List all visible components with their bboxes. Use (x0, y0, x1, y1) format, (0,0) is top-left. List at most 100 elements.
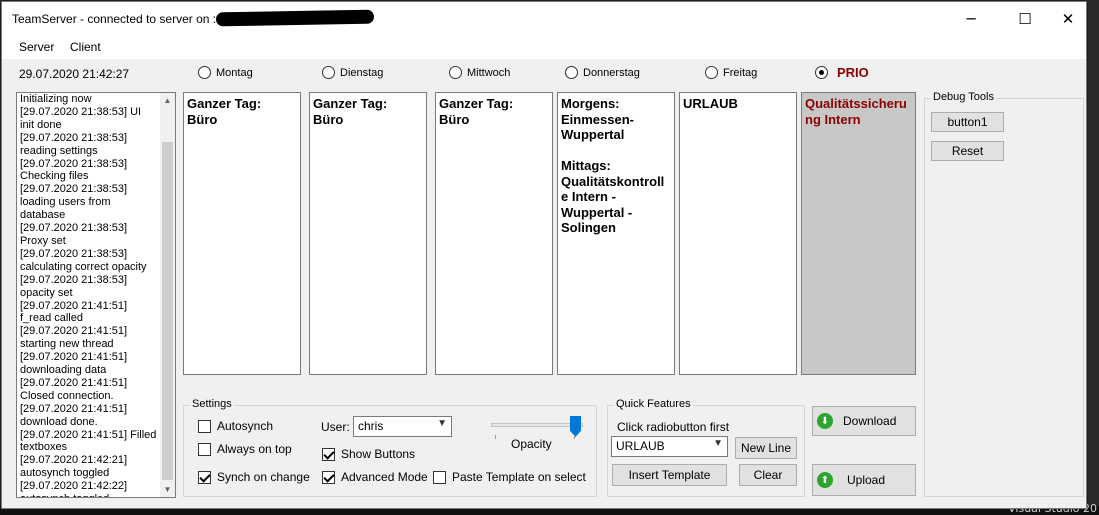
checkbox-label: Always on top (217, 442, 292, 456)
log-entry: [29.07.2020 21:38:53] Checking files (20, 157, 128, 183)
radio-label: Freitag (723, 66, 758, 79)
insert-template-button[interactable]: Insert Template (612, 464, 727, 486)
log-entry: [29.07.2020 21:38:53] reading settings (20, 131, 128, 157)
radio-label: Dienstag (340, 66, 384, 79)
log-lines: Initializing now [29.07.2020 21:38:53] UI… (17, 93, 175, 497)
log-entry: [29.07.2020 21:41:51] f_read called (20, 299, 128, 325)
textbox-mittwoch[interactable]: Ganzer Tag: Büro (435, 92, 553, 375)
checkbox-label: Synch on change (217, 470, 310, 484)
title-bar[interactable]: TeamServer - connected to server on : h … (2, 2, 1086, 35)
app-window: TeamServer - connected to server on : h … (1, 1, 1087, 509)
scroll-down-icon[interactable]: ▼ (160, 482, 175, 497)
menu-client[interactable]: Client (70, 40, 101, 54)
log-entry: [29.07.2020 21:42:22] autosynch toggled (20, 480, 128, 497)
log-listbox[interactable]: Initializing now [29.07.2020 21:38:53] UI… (16, 92, 176, 498)
chevron-down-icon[interactable]: ▼ (437, 418, 447, 429)
textbox-dienstag[interactable]: Ganzer Tag: Büro (309, 92, 427, 375)
paste-template-checkbox[interactable]: Paste Template on select (433, 470, 586, 484)
opacity-label: Opacity (511, 437, 552, 451)
radio-donnerstag[interactable]: Donnerstag (565, 66, 640, 79)
checkbox-label: Advanced Mode (341, 470, 428, 484)
upload-button[interactable]: ⬆ Upload (812, 464, 916, 496)
log-entry: [29.07.2020 21:41:51] starting new threa… (20, 325, 128, 351)
radio-label: Mittwoch (467, 66, 511, 79)
textbox-montag[interactable]: Ganzer Tag: Büro (183, 92, 301, 375)
reset-button[interactable]: Reset (931, 141, 1004, 161)
chevron-down-icon[interactable]: ▼ (713, 438, 723, 449)
minimize-button[interactable]: ─ (948, 2, 994, 35)
quick-hint: Click radiobutton first (617, 420, 730, 434)
opacity-slider-track[interactable] (491, 423, 583, 427)
download-arrow-icon: ⬇ (817, 413, 833, 429)
log-entry: [29.07.2020 21:41:51] Closed connection. (20, 376, 128, 402)
radio-circle[interactable] (198, 66, 211, 79)
debug-tools-title: Debug Tools (931, 91, 996, 103)
radio-prio[interactable]: PRIO (815, 65, 869, 80)
radio-montag[interactable]: Montag (198, 66, 253, 79)
user-combobox[interactable]: chris ▼ (353, 416, 452, 437)
log-entry: [29.07.2020 21:38:53] opacity set (20, 273, 128, 299)
checkbox-label: Autosynch (217, 419, 274, 433)
radio-freitag[interactable]: Freitag (705, 66, 757, 79)
redaction-mark (215, 9, 375, 27)
log-entry: [29.07.2020 21:38:53] Proxy set (20, 222, 128, 247)
scroll-thumb[interactable] (162, 142, 173, 480)
log-entry: [29.07.2020 21:41:51] Filled textboxes (20, 428, 157, 454)
checkbox-box[interactable] (198, 419, 211, 433)
template-value: URLAUB (616, 439, 665, 453)
radio-mittwoch[interactable]: Mittwoch (449, 66, 510, 79)
download-label: Download (843, 414, 897, 428)
log-entry: [29.07.2020 21:41:51] download done. (20, 402, 128, 428)
current-datetime: 29.07.2020 21:42:27 (19, 67, 130, 81)
checkbox-box[interactable] (433, 470, 446, 484)
radio-circle-checked[interactable] (815, 66, 828, 79)
clear-button[interactable]: Clear (739, 464, 797, 486)
log-entry: [29.07.2020 21:38:53] UI init done (20, 105, 142, 131)
settings-title: Settings (190, 398, 234, 410)
menu-server[interactable]: Server (19, 40, 54, 54)
upload-arrow-icon: ⬆ (817, 472, 833, 488)
close-button[interactable]: ✕ (1048, 2, 1088, 35)
upload-label: Upload (847, 473, 886, 487)
quick-features-title: Quick Features (614, 398, 693, 410)
radio-circle[interactable] (449, 66, 462, 79)
checkbox-label: Paste Template on select (452, 470, 586, 484)
autosynch-checkbox[interactable]: Autosynch (198, 419, 273, 433)
radio-circle[interactable] (322, 66, 335, 79)
radio-label: Montag (216, 66, 253, 79)
checkbox-box-checked[interactable] (322, 470, 335, 484)
user-value: chris (358, 419, 384, 433)
textbox-freitag[interactable]: URLAUB (679, 92, 797, 375)
menu-bar: Server Client (2, 35, 1086, 59)
log-entry: [29.07.2020 21:38:53] loading users from… (20, 183, 128, 222)
radio-circle[interactable] (705, 66, 718, 79)
show-buttons-checkbox[interactable]: Show Buttons (322, 447, 415, 461)
window-title: TeamServer - connected to server on : h (12, 12, 226, 26)
download-button[interactable]: ⬇ Download (812, 406, 916, 436)
textbox-prio[interactable]: Qualitätssicherung Intern (801, 92, 916, 375)
synch-on-change-checkbox[interactable]: Synch on change (198, 470, 310, 484)
scroll-up-icon[interactable]: ▲ (160, 93, 175, 108)
log-entry: Initializing now (20, 93, 92, 105)
radio-circle[interactable] (565, 66, 578, 79)
checkbox-box[interactable] (198, 442, 211, 456)
checkbox-box-checked[interactable] (322, 447, 335, 461)
checkbox-label: Show Buttons (341, 447, 416, 461)
always-on-top-checkbox[interactable]: Always on top (198, 442, 292, 456)
log-entry: [29.07.2020 21:42:21] autosynch toggled (20, 454, 128, 480)
new-line-button[interactable]: New Line (735, 437, 797, 459)
log-entry: [29.07.2020 21:38:53] calculating correc… (20, 247, 147, 273)
maximize-button[interactable]: ☐ (1002, 2, 1048, 35)
button1-button[interactable]: button1 (931, 112, 1004, 132)
log-entry: [29.07.2020 21:41:51] downloading data (20, 351, 128, 377)
advanced-mode-checkbox[interactable]: Advanced Mode (322, 470, 428, 484)
radio-dienstag[interactable]: Dienstag (322, 66, 383, 79)
radio-label: PRIO (837, 65, 869, 80)
radio-label: Donnerstag (583, 66, 640, 79)
checkbox-box-checked[interactable] (198, 470, 211, 484)
template-combobox[interactable]: URLAUB ▼ (611, 436, 728, 457)
user-label: User: (321, 420, 350, 434)
textbox-donnerstag[interactable]: Morgens: Einmessen- Wuppertal Mittags: Q… (557, 92, 675, 375)
log-scrollbar[interactable]: ▲ ▼ (160, 93, 175, 497)
desktop-background (1088, 0, 1099, 515)
